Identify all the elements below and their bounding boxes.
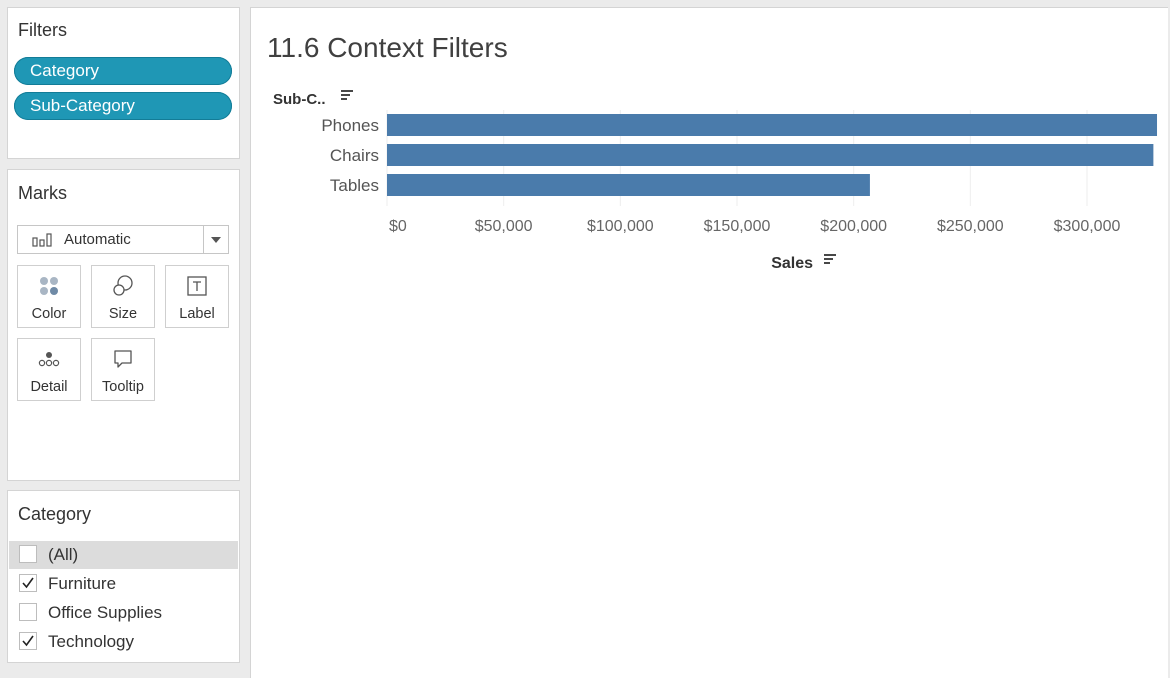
category-item-label: (All) bbox=[48, 545, 79, 564]
tooltip-button[interactable]: Tooltip bbox=[91, 338, 155, 401]
bar-chart-icon bbox=[32, 233, 52, 247]
text-label-icon bbox=[187, 276, 207, 296]
bar[interactable] bbox=[387, 174, 870, 196]
x-axis-title: Sales bbox=[771, 255, 813, 272]
marks-title: Marks bbox=[18, 183, 67, 203]
category-label: Phones bbox=[321, 116, 379, 135]
mark-type-dropdown[interactable]: Automatic bbox=[17, 225, 229, 254]
checkmark-icon bbox=[22, 635, 34, 647]
category-label: Tables bbox=[330, 176, 379, 195]
mark-type-label: Automatic bbox=[64, 231, 131, 248]
category-item-label: Furniture bbox=[48, 574, 117, 593]
sort-icon[interactable] bbox=[341, 90, 353, 100]
x-tick-label: $100,000 bbox=[587, 218, 654, 235]
detail-label: Detail bbox=[30, 379, 68, 395]
bar[interactable] bbox=[387, 144, 1154, 166]
size-label: Size bbox=[108, 306, 138, 322]
x-tick-label: $150,000 bbox=[704, 218, 771, 235]
x-tick-label: $50,000 bbox=[475, 218, 533, 235]
color-dots-icon bbox=[40, 277, 58, 295]
x-tick-label: $200,000 bbox=[820, 218, 887, 235]
speech-bubble-icon bbox=[114, 350, 132, 368]
x-tick-label: $250,000 bbox=[937, 218, 1004, 235]
filters-title: Filters bbox=[18, 20, 67, 40]
category-item-technology[interactable]: Technology bbox=[9, 628, 238, 656]
color-button[interactable]: Color bbox=[17, 265, 81, 328]
sort-icon[interactable] bbox=[824, 254, 836, 264]
filter-pill-category[interactable]: Category bbox=[14, 57, 232, 85]
category-item-furniture[interactable]: Furniture bbox=[9, 570, 238, 598]
category-filter-title: Category bbox=[18, 504, 92, 524]
detail-dots-icon bbox=[38, 352, 60, 367]
size-button[interactable]: Size bbox=[91, 265, 155, 328]
checkbox[interactable] bbox=[19, 603, 37, 621]
category-item-label: Technology bbox=[48, 632, 135, 651]
filter-pill-sub-category[interactable]: Sub-Category bbox=[14, 92, 232, 120]
category-item-office-supplies[interactable]: Office Supplies bbox=[9, 599, 238, 627]
worksheet: 11.6 Context Filters Sub-C.. Phones Chairs… bbox=[250, 7, 1168, 678]
row-header-label: Sub-C.. bbox=[273, 91, 326, 108]
label-button[interactable]: Label bbox=[165, 265, 229, 328]
category-filter-card: Category (All) Furniture Office Supplies… bbox=[7, 490, 240, 663]
category-item-all[interactable]: (All) bbox=[9, 541, 238, 569]
filters-shelf: Filters Category Sub-Category bbox=[7, 7, 240, 159]
chevron-down-icon[interactable] bbox=[203, 226, 228, 253]
tooltip-label: Tooltip bbox=[102, 379, 144, 395]
size-circles-icon bbox=[113, 275, 133, 296]
checkmark-icon bbox=[22, 577, 34, 589]
x-tick-label: $300,000 bbox=[1054, 218, 1121, 235]
category-item-label: Office Supplies bbox=[48, 603, 163, 622]
label-label: Label bbox=[179, 306, 215, 322]
category-label: Chairs bbox=[330, 146, 379, 165]
detail-button[interactable]: Detail bbox=[17, 338, 81, 401]
checkbox[interactable] bbox=[19, 545, 37, 563]
bar-chart: Sub-C.. Phones Chairs Tables $0 $50,000 $100,0… bbox=[273, 90, 1158, 272]
bar[interactable] bbox=[387, 114, 1158, 136]
x-tick-label: $0 bbox=[389, 218, 407, 235]
checkbox[interactable] bbox=[19, 632, 37, 650]
checkbox[interactable] bbox=[19, 574, 37, 592]
marks-card: Marks Automatic Color Size Label Detail … bbox=[7, 169, 240, 481]
color-label: Color bbox=[31, 306, 67, 322]
